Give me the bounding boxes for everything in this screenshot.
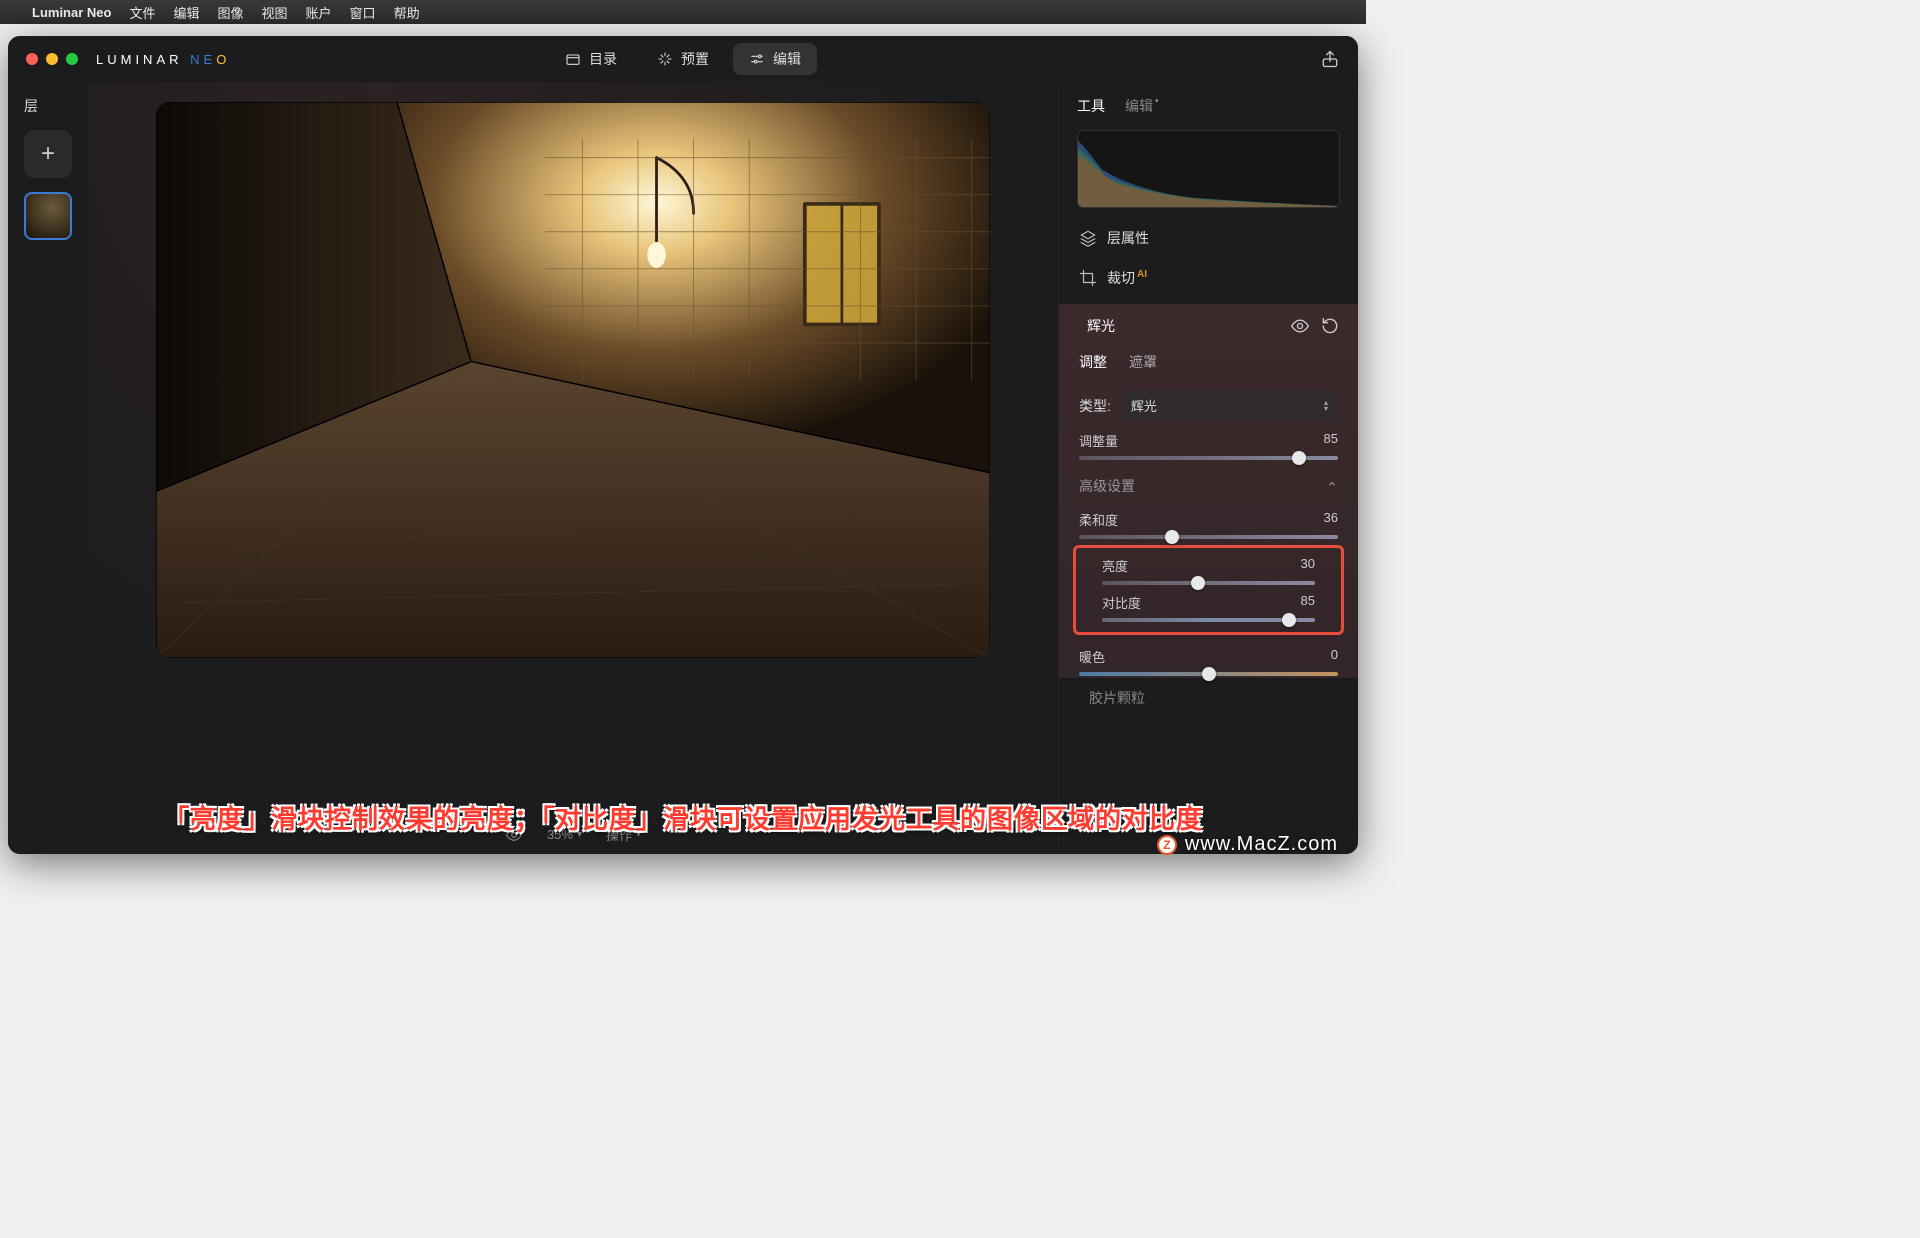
warmth-slider[interactable] [1079,672,1338,676]
crop-label: 裁切AI [1107,268,1147,288]
layers-panel: 层 + [8,82,88,854]
menu-edit[interactable]: 编辑 [173,3,199,22]
app-logo: LUMINAR NEO [96,52,230,67]
chevron-down-icon: ▾ [577,829,582,840]
actions-label: 操作 [606,825,632,844]
tab-presets[interactable]: 预置 [641,43,725,75]
warmth-slider-row: 暖色 0 [1059,641,1358,678]
brightness-value: 30 [1301,556,1315,575]
chevron-down-icon: ▾ [636,829,641,840]
tools-panel-tabs: 工具 编辑 [1059,82,1358,124]
folder-icon [565,51,581,67]
amount-label: 调整量 [1079,431,1118,450]
minimize-window-button[interactable] [46,53,58,65]
tab-edit-label: 编辑 [773,49,801,69]
softness-slider[interactable] [1079,535,1338,539]
mac-menubar: Luminar Neo 文件 编辑 图像 视图 账户 窗口 帮助 [0,0,1366,24]
reset-icon[interactable] [1320,316,1340,336]
film-grain-row[interactable]: 胶片颗粒 [1059,678,1358,718]
type-value: 辉光 [1131,396,1157,415]
type-select[interactable]: 辉光 ▴▾ [1121,390,1338,421]
brightness-slider[interactable] [1102,581,1315,585]
sparkle-icon [657,51,673,67]
traffic-lights [26,53,78,65]
tab-catalog[interactable]: 目录 [549,43,633,75]
amount-slider[interactable] [1079,456,1338,460]
mask-subtab[interactable]: 遮罩 [1129,352,1157,372]
menu-window[interactable]: 窗口 [350,3,376,22]
brightness-label: 亮度 [1102,556,1128,575]
glow-subtabs: 调整 遮罩 [1059,348,1358,382]
menu-file[interactable]: 文件 [129,3,155,22]
top-tabs: 目录 预置 编辑 [549,43,817,75]
tools-tab[interactable]: 工具 [1077,96,1105,116]
image-canvas[interactable] [156,102,990,658]
amount-slider-row: 调整量 85 [1059,425,1358,462]
select-chevrons-icon: ▴▾ [1324,400,1328,412]
layer-properties-row[interactable]: 层属性 [1059,218,1358,258]
menu-help[interactable]: 帮助 [394,3,420,22]
chevron-up-icon: ⌄ [1326,478,1338,495]
histogram[interactable] [1077,130,1340,208]
menu-view[interactable]: 视图 [262,3,288,22]
glow-header[interactable]: 辉光 [1059,304,1358,348]
amount-value: 85 [1324,431,1338,450]
menu-account[interactable]: 账户 [306,3,332,22]
type-row: 类型: 辉光 ▴▾ [1059,382,1358,425]
layers-icon [1079,229,1097,247]
tools-panel: 工具 编辑 层属性 裁切AI [1058,82,1358,854]
canvas-footer: 35% ▾ 操作 ▾ [505,825,641,844]
softness-value: 36 [1324,510,1338,529]
crop-row[interactable]: 裁切AI [1059,258,1358,298]
softness-slider-row: 柔和度 36 [1059,504,1358,541]
maximize-window-button[interactable] [66,53,78,65]
contrast-label: 对比度 [1102,593,1141,612]
visibility-icon[interactable] [1290,316,1310,336]
advanced-header[interactable]: 高级设置 ⌄ [1059,462,1358,504]
advanced-label: 高级设置 [1079,476,1135,496]
adjust-subtab[interactable]: 调整 [1079,352,1107,372]
softness-label: 柔和度 [1079,510,1118,529]
warmth-label: 暖色 [1079,647,1105,666]
close-window-button[interactable] [26,53,38,65]
zoom-control[interactable]: 35% ▾ [547,827,582,842]
warmth-value: 0 [1331,647,1338,666]
titlebar: LUMINAR NEO 目录 预置 编辑 [8,36,1358,82]
edits-tab[interactable]: 编辑 [1125,96,1159,116]
add-layer-button[interactable]: + [24,130,72,178]
contrast-slider[interactable] [1102,618,1315,622]
menu-image[interactable]: 图像 [218,3,244,22]
eye-icon[interactable] [505,826,523,844]
crop-icon [1079,269,1097,287]
film-grain-label: 胶片颗粒 [1089,688,1145,708]
canvas-area: 35% ▾ 操作 ▾ [88,82,1058,854]
sliders-icon [749,51,765,67]
glow-tool-panel: 辉光 调整 遮罩 类型: 辉光 ▴▾ [1059,304,1358,678]
glow-title: 辉光 [1087,316,1115,336]
tab-edit[interactable]: 编辑 [733,43,817,75]
menubar-app-name[interactable]: Luminar Neo [32,5,111,20]
app-window: LUMINAR NEO 目录 预置 编辑 层 + [8,36,1358,854]
layer-thumb-1[interactable] [24,192,72,240]
actions-menu[interactable]: 操作 ▾ [606,825,641,844]
layer-properties-label: 层属性 [1107,228,1149,248]
brightness-slider-row: 亮度 30 [1082,550,1335,587]
type-label: 类型: [1079,396,1111,416]
zoom-value: 35% [547,827,573,842]
app-body: 层 + [8,82,1358,854]
tab-catalog-label: 目录 [589,49,617,69]
tab-presets-label: 预置 [681,49,709,69]
annotation-highlight-box: 亮度 30 对比度 85 [1073,545,1344,635]
layers-title: 层 [24,96,38,116]
share-icon[interactable] [1320,49,1340,69]
contrast-value: 85 [1301,593,1315,612]
contrast-slider-row: 对比度 85 [1082,587,1335,624]
